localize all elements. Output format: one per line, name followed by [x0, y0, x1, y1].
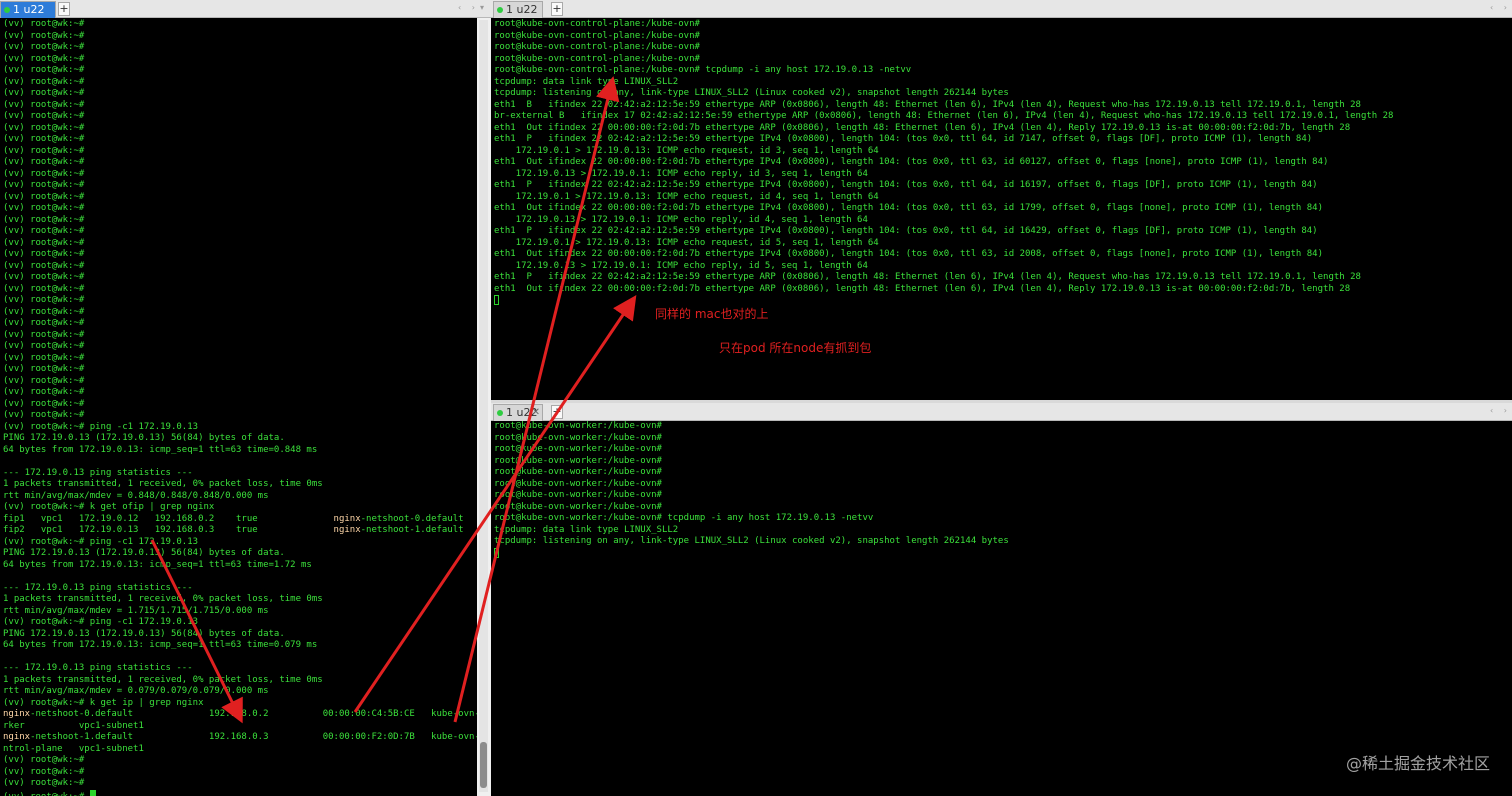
annotation-only-pod-node: 只在pod 所在node有抓到包	[719, 341, 872, 355]
arrow-control-plane-mac-to-tcpdump	[453, 76, 620, 723]
annotation-arrows	[150, 76, 637, 724]
arrow-ping-to-ip	[150, 539, 243, 724]
annotation-mac-match: 同样的 mac也对的上	[655, 307, 769, 321]
arrow-worker-mac-to-capture	[353, 295, 637, 713]
watermark: @稀土掘金技术社区	[1345, 754, 1490, 773]
